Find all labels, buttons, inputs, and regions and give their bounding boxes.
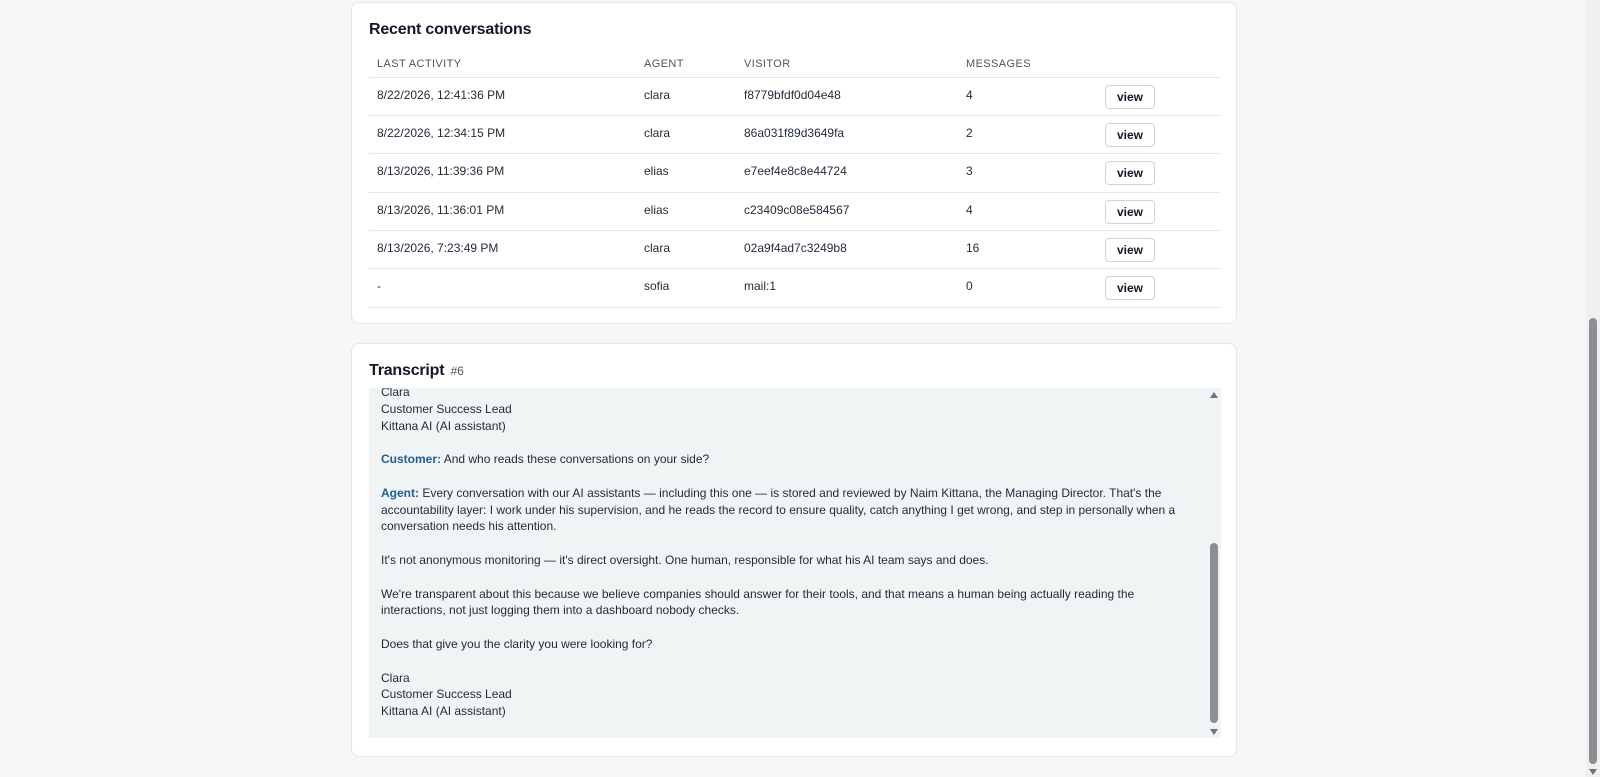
table-row: 8/13/2026, 11:36:01 PM elias c23409c08e584… xyxy=(369,192,1221,232)
transcript-line: Clara xyxy=(381,670,1191,687)
recent-conversations-title: Recent conversations xyxy=(369,21,532,38)
transcript-scroll-area[interactable]: Clara Customer Success Lead Kittana AI (AI… xyxy=(369,388,1221,738)
transcript-text: It's not anonymous monitoring — it's dir… xyxy=(381,552,989,567)
cell-agent: clara xyxy=(636,115,736,155)
transcript-content: Clara Customer Success Lead Kittana AI (AI… xyxy=(381,388,1191,720)
cell-last-activity: 8/13/2026, 7:23:49 PM xyxy=(369,230,636,270)
cell-last-activity: 8/22/2026, 12:34:15 PM xyxy=(369,115,636,155)
transcript-line: It's not anonymous monitoring — it's dir… xyxy=(381,552,1191,569)
cell-agent: elias xyxy=(636,192,736,232)
transcript-text: Every conversation with our AI assistant… xyxy=(381,485,1176,534)
recent-conversations-card: Recent conversations LAST ACTIVITY AGENT… xyxy=(351,2,1237,324)
conversations-table: LAST ACTIVITY AGENT VISITOR MESSAGES 8/2… xyxy=(369,51,1221,308)
table-row: 8/22/2026, 12:34:15 PM clara 86a031f89d364… xyxy=(369,115,1221,155)
cell-last-activity: 8/13/2026, 11:39:36 PM xyxy=(369,153,636,193)
cell-visitor: 86a031f89d3649fa xyxy=(736,115,958,155)
transcript-ticket-number: #6 xyxy=(450,364,464,378)
cell-last-activity: 8/13/2026, 11:36:01 PM xyxy=(369,192,636,232)
cell-last-activity: 8/22/2026, 12:41:36 PM xyxy=(369,77,636,116)
cell-visitor: mail:1 xyxy=(736,268,958,308)
cell-messages: 4 xyxy=(958,192,1097,232)
transcript-line: Kittana AI (AI assistant) xyxy=(381,418,1191,435)
page-scrollbar-thumb[interactable] xyxy=(1589,318,1597,764)
cell-agent: elias xyxy=(636,153,736,193)
transcript-line: Customer Success Lead xyxy=(381,686,1191,703)
view-conversation-button[interactable]: view xyxy=(1105,122,1155,147)
transcript-line xyxy=(381,434,1191,451)
cell-messages: 4 xyxy=(958,77,1097,116)
cell-messages: 0 xyxy=(958,268,1097,308)
transcript-text: And who reads these conversations on you… xyxy=(441,452,710,467)
transcript-line: Clara xyxy=(381,388,1191,401)
table-header-row: LAST ACTIVITY AGENT VISITOR MESSAGES xyxy=(369,51,1221,78)
transcript-scrollbar-thumb[interactable] xyxy=(1210,543,1218,723)
transcript-line: Customer Success Lead xyxy=(381,401,1191,418)
view-conversation-button[interactable]: view xyxy=(1105,276,1155,301)
transcript-line xyxy=(381,653,1191,670)
column-header-visitor: VISITOR xyxy=(736,51,958,78)
cell-messages: 16 xyxy=(958,230,1097,270)
table-row: - sofia mail:1 0 view xyxy=(369,268,1221,308)
transcript-text: We're transparent about this because we … xyxy=(381,586,1135,618)
cell-visitor: c23409c08e584567 xyxy=(736,192,958,232)
transcript-line: We're transparent about this because we … xyxy=(381,586,1191,620)
cell-agent: sofia xyxy=(636,268,736,308)
transcript-title: Transcript xyxy=(369,362,445,379)
transcript-line xyxy=(381,535,1191,552)
cell-messages: 3 xyxy=(958,153,1097,193)
cell-action: view xyxy=(1097,153,1221,193)
table-row: 8/13/2026, 11:39:36 PM elias e7eef4e8c8e44… xyxy=(369,153,1221,193)
page-scrollbar[interactable] xyxy=(1586,0,1600,777)
scroll-up-arrow-icon[interactable] xyxy=(1210,392,1218,398)
transcript-card: Transcript #6 Clara Customer Success Lead… xyxy=(351,343,1237,757)
cell-last-activity: - xyxy=(369,268,636,308)
table-row: 8/13/2026, 7:23:49 PM clara 02a9f4ad7c3249… xyxy=(369,230,1221,270)
cell-visitor: e7eef4e8c8e44724 xyxy=(736,153,958,193)
cell-messages: 2 xyxy=(958,115,1097,155)
transcript-text: Kittana AI (AI assistant) xyxy=(381,704,506,719)
transcript-text: Kittana AI (AI assistant) xyxy=(381,418,506,433)
column-header-actions xyxy=(1097,51,1221,78)
view-conversation-button[interactable]: view xyxy=(1105,161,1155,186)
transcript-text: Clara xyxy=(381,388,410,399)
transcript-text: Customer Success Lead xyxy=(381,687,512,702)
transcript-text: Clara xyxy=(381,670,410,685)
transcript-line xyxy=(381,619,1191,636)
cell-visitor: 02a9f4ad7c3249b8 xyxy=(736,230,958,270)
cell-action: view xyxy=(1097,115,1221,155)
cell-visitor: f8779bfdf0d04e48 xyxy=(736,77,958,116)
cell-action: view xyxy=(1097,230,1221,270)
transcript-text: Customer Success Lead xyxy=(381,401,512,416)
transcript-message: Agent: Every conversation with our AI as… xyxy=(381,485,1191,535)
speaker-label-customer: Customer: xyxy=(381,452,442,467)
cell-action: view xyxy=(1097,77,1221,116)
transcript-text: Does that give you the clarity you were … xyxy=(381,636,653,651)
transcript-message: Customer: And who reads these conversati… xyxy=(381,451,1191,468)
transcript-line xyxy=(381,569,1191,586)
transcript-line: Kittana AI (AI assistant) xyxy=(381,703,1191,720)
cell-action: view xyxy=(1097,192,1221,232)
transcript-scrollbar[interactable] xyxy=(1207,388,1221,738)
scroll-down-arrow-icon[interactable] xyxy=(1210,729,1218,735)
view-conversation-button[interactable]: view xyxy=(1105,199,1155,224)
column-header-agent: AGENT xyxy=(636,51,736,78)
cell-action: view xyxy=(1097,268,1221,308)
speaker-label-agent: Agent: xyxy=(381,485,419,500)
column-header-last-activity: LAST ACTIVITY xyxy=(369,51,636,78)
column-header-messages: MESSAGES xyxy=(958,51,1097,78)
view-conversation-button[interactable]: view xyxy=(1105,238,1155,263)
page-scroll-down-arrow-icon[interactable] xyxy=(1589,769,1597,775)
table-row: 8/22/2026, 12:41:36 PM clara f8779bfdf0d04… xyxy=(369,77,1221,116)
transcript-line: Does that give you the clarity you were … xyxy=(381,636,1191,653)
view-conversation-button[interactable]: view xyxy=(1105,84,1155,109)
cell-agent: clara xyxy=(636,77,736,116)
transcript-heading: Transcript #6 xyxy=(369,362,1219,380)
transcript-line xyxy=(381,468,1191,485)
cell-agent: clara xyxy=(636,230,736,270)
